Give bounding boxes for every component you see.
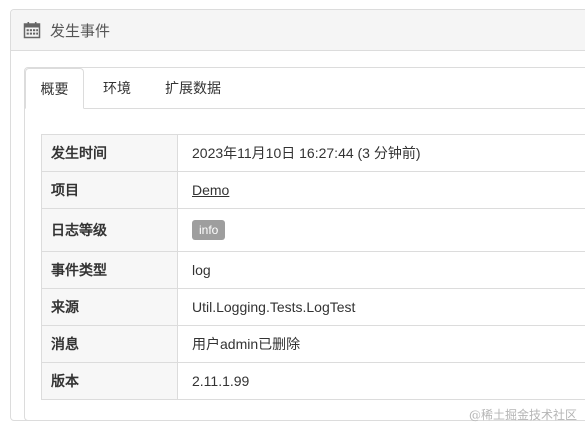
row-label: 消息 [41,325,178,363]
table-row: 发生时间 2023年11月10日 16:27:44 (3 分钟前) [41,134,585,172]
row-label: 发生时间 [41,134,178,172]
project-link[interactable]: Demo [192,182,229,198]
calendar-icon [23,21,41,39]
event-detail-table: 发生时间 2023年11月10日 16:27:44 (3 分钟前) 项目 Dem… [41,134,585,400]
table-row: 事件类型 log [41,251,585,289]
tab-extended-data[interactable]: 扩展数据 [165,68,221,108]
message-value: 用户admin已删除 [177,325,585,363]
row-label: 项目 [41,171,178,209]
tab-environment[interactable]: 环境 [103,68,131,108]
table-row: 项目 Demo [41,171,585,209]
panel-header: 发生事件 [11,10,585,51]
source-value: Util.Logging.Tests.LogTest [177,288,585,326]
version-value: 2.11.1.99 [177,362,585,400]
tab-bar: 概要 环境 扩展数据 [25,68,585,109]
table-row: 来源 Util.Logging.Tests.LogTest [41,288,585,326]
tab-summary[interactable]: 概要 [25,68,84,109]
row-label: 日志等级 [41,208,178,252]
project-cell: Demo [177,171,585,209]
log-level-badge: info [192,220,226,240]
event-panel: 发生事件 概要 环境 扩展数据 发生时间 2023年11月10日 16:27:4… [10,9,585,421]
table-row: 消息 用户admin已删除 [41,325,585,363]
row-label: 来源 [41,288,178,326]
panel-body: 概要 环境 扩展数据 发生时间 2023年11月10日 16:27:44 (3 … [24,67,585,421]
table-row: 版本 2.11.1.99 [41,362,585,400]
row-label: 版本 [41,362,178,400]
log-level-cell: info [177,208,585,252]
row-label: 事件类型 [41,251,178,289]
table-row: 日志等级 info [41,208,585,252]
panel-title: 发生事件 [50,22,111,40]
event-type-value: log [177,251,585,289]
watermark: @稀土掘金技术社区 [468,408,577,422]
occurred-time-value: 2023年11月10日 16:27:44 (3 分钟前) [177,134,585,172]
